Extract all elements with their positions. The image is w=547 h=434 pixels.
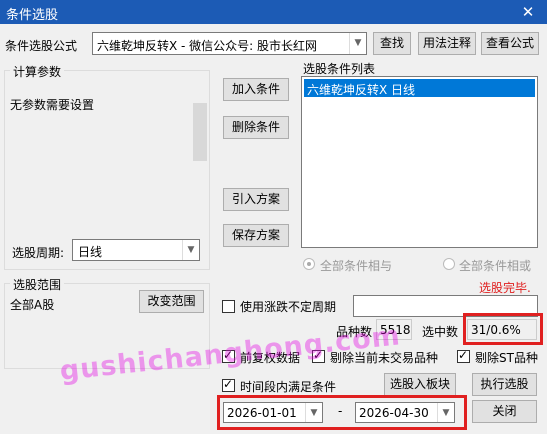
params-legend: 计算参数 [10,63,65,80]
view-formula-button[interactable]: 查看公式 [481,32,539,55]
usage-button[interactable]: 用法注释 [418,32,476,55]
add-condition-button[interactable]: 加入条件 [223,78,289,101]
formula-value: 六维乾坤反转X - 微信公众号: 股市长红网 [97,39,318,53]
highlight-box [463,313,543,345]
and-label: 全部条件相与 [320,259,393,273]
selected-label: 选中数 [422,325,459,339]
formula-select[interactable]: 六维乾坤反转X - 微信公众号: 股市长红网 ▼ [92,32,367,55]
conditions-list[interactable]: 六维乾坤反转X 日线 [301,76,538,248]
exclude-untraded-label: 剔除当前未交易品种 [330,351,439,365]
formula-label: 条件选股公式 [5,39,78,53]
and-radio[interactable] [303,258,315,270]
window-title: 条件选股 [6,8,59,23]
or-label: 全部条件相或 [459,259,532,273]
restore-label: 前复权数据 [240,351,301,365]
conditions-label: 选股条件列表 [303,62,376,76]
execute-button[interactable]: 执行选股 [472,373,537,396]
time-range-checkbox[interactable] [222,377,235,392]
import-scheme-button[interactable]: 引入方案 [223,188,289,211]
chevron-down-icon[interactable]: ▼ [349,33,366,54]
time-range-label: 时间段内满足条件 [240,380,337,394]
restore-checkbox[interactable] [222,348,235,363]
range-value: 全部A股 [10,298,55,312]
title-bar [0,0,547,24]
period-label: 选股周期: [12,246,65,260]
params-text: 无参数需要设置 [10,98,95,112]
to-block-button[interactable]: 选股入板块 [384,373,456,396]
count-label: 品种数 [336,325,373,339]
change-range-button[interactable]: 改变范围 [139,290,204,313]
exclude-st-label: 剔除ST品种 [475,351,538,365]
uncertain-period-label: 使用涨跌不定周期 [240,300,337,314]
period-select[interactable]: 日线 ▼ [72,239,200,261]
highlight-box [217,395,467,430]
params-scrollbar[interactable] [193,103,207,161]
status-text: 选股完毕. [479,281,531,295]
chevron-down-icon[interactable]: ▼ [182,240,199,260]
save-scheme-button[interactable]: 保存方案 [223,224,289,247]
uncertain-period-checkbox[interactable] [222,300,235,313]
period-value: 日线 [78,245,103,259]
delete-condition-button[interactable]: 删除条件 [223,116,289,139]
range-legend: 选股范围 [10,276,65,293]
exclude-st-checkbox[interactable] [457,348,470,363]
find-button[interactable]: 查找 [373,32,411,55]
count-value: 5518 [376,319,412,340]
or-radio[interactable] [443,258,455,270]
close-icon[interactable]: ✕ [514,2,542,22]
list-item[interactable]: 六维乾坤反转X 日线 [304,79,535,97]
exclude-untraded-checkbox[interactable] [312,348,325,363]
close-button[interactable]: 关闭 [472,400,537,423]
